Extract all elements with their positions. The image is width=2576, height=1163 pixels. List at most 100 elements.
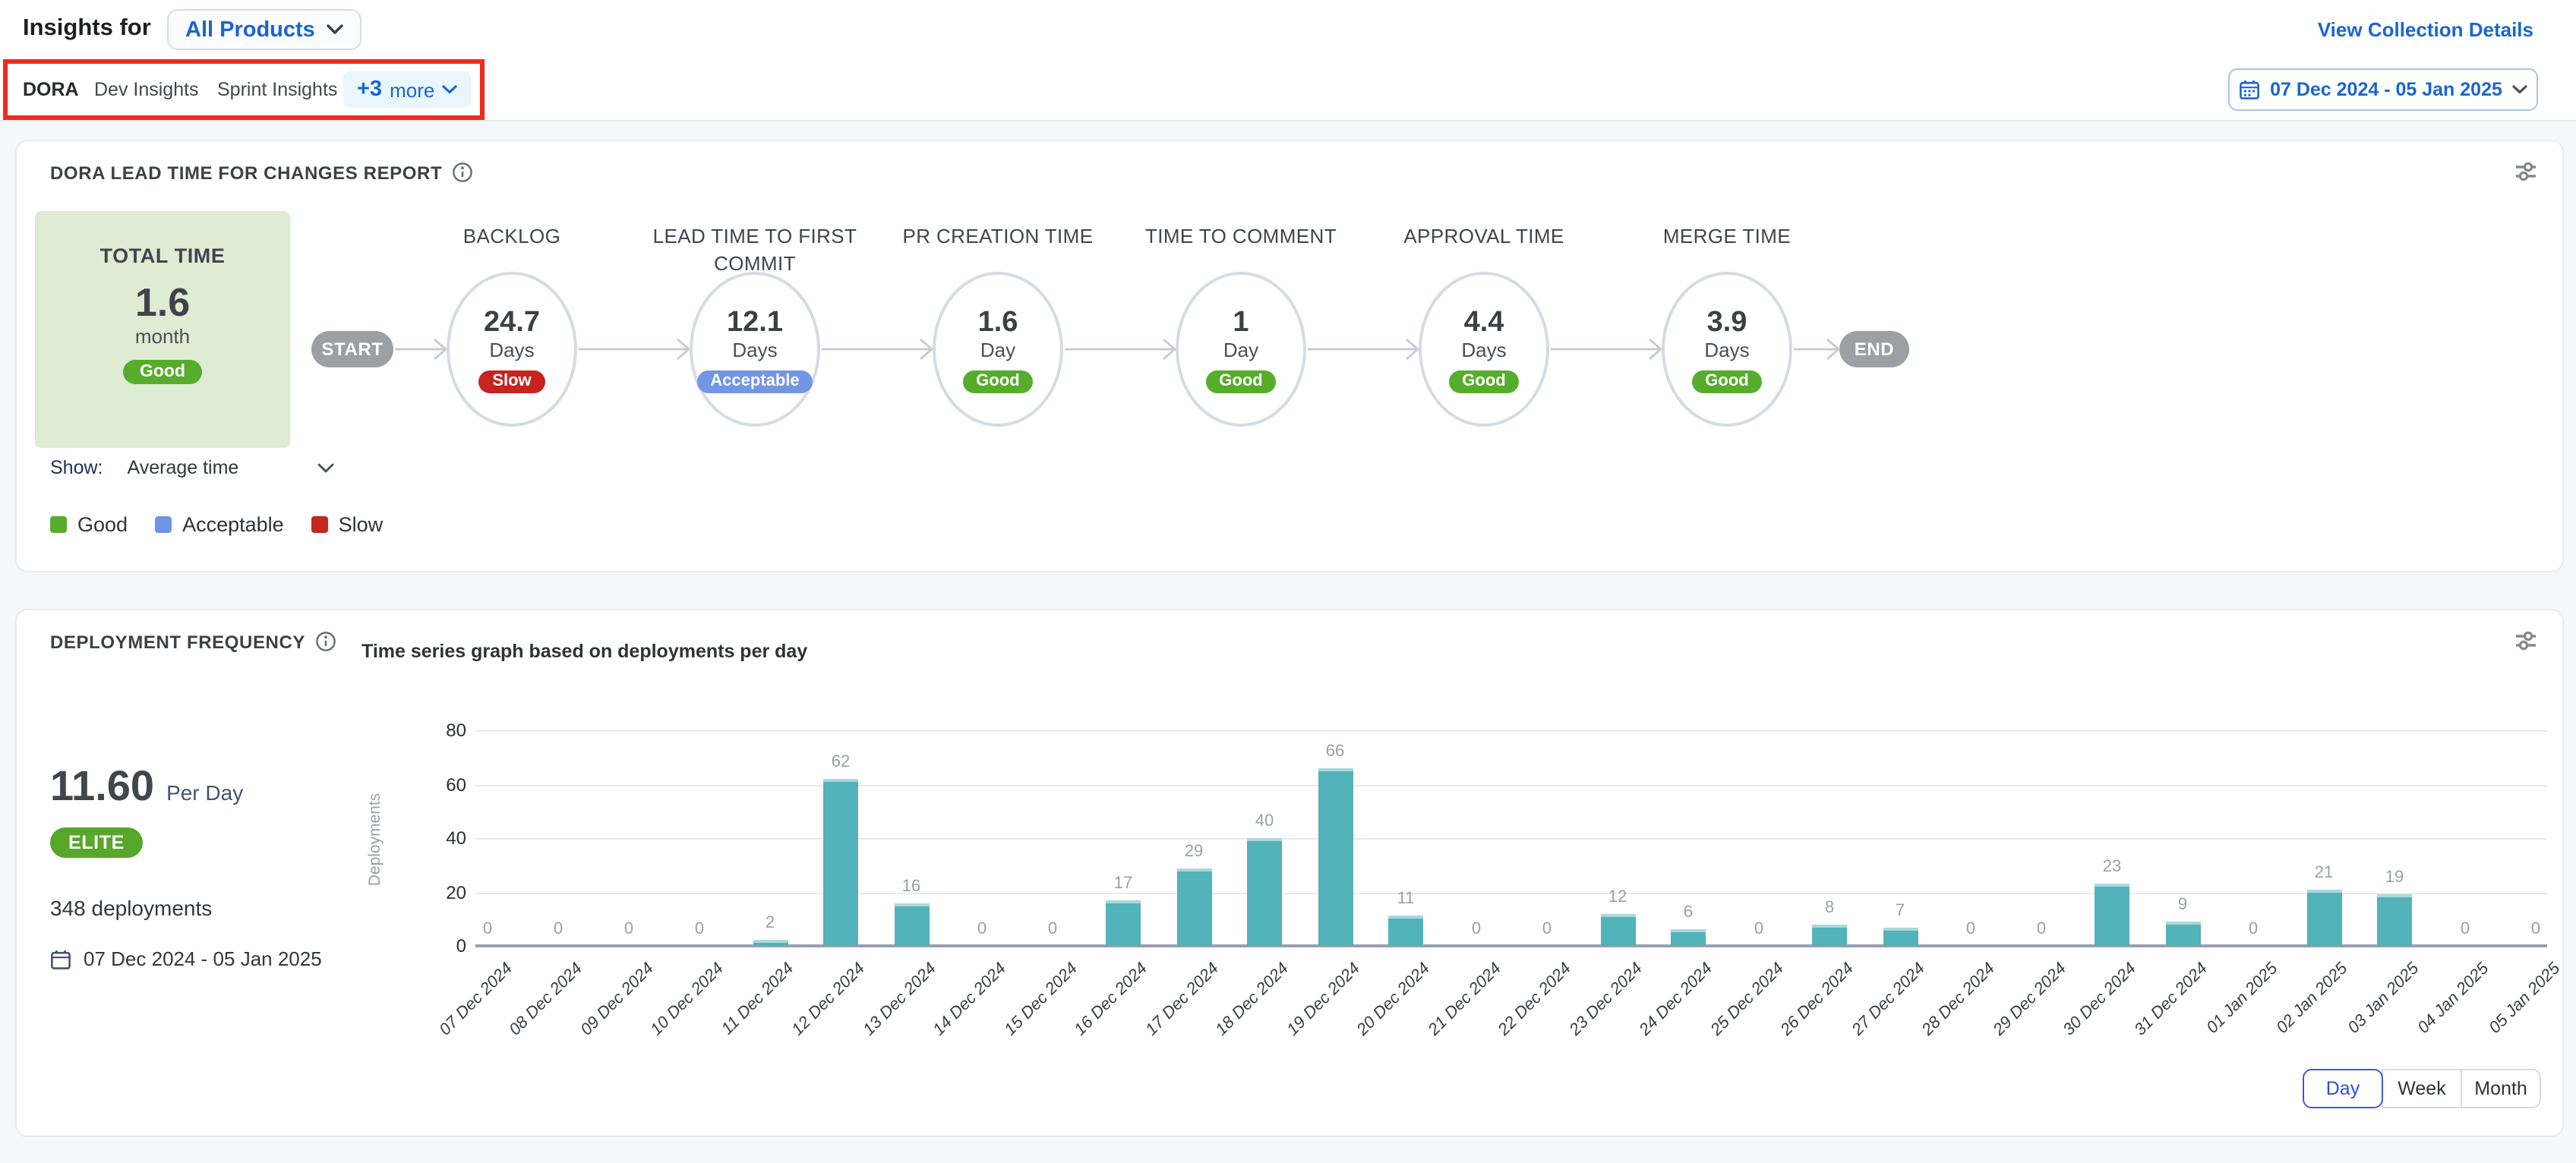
bar-value-label: 0 [1728,920,1789,938]
dashboard: Insights for All Products View Collectio… [0,0,2576,1163]
legend-swatch-slow [311,516,328,533]
granularity-month-button[interactable]: Month [2461,1069,2541,1108]
bar-23 Dec 2024 [1600,913,1635,946]
bar-11 Dec 2024 [753,941,788,946]
bar-value-label: 12 [1587,887,1648,906]
x-axis-label: 03 Jan 2025 [2344,960,2423,1038]
chevron-down-icon [317,462,334,473]
legend-label-good: Good [77,513,128,536]
stage-value: 3.9 [1707,306,1747,338]
stage-status-badge: Good [1205,370,1276,392]
bar-value-label: 0 [2011,920,2072,938]
x-axis-label: 19 Dec 2024 [1283,960,1363,1039]
gridline-80 [475,730,2547,732]
stage-status-badge: Good [1448,370,1519,392]
stage-value: 4.4 [1464,306,1504,338]
tab-dev-insights[interactable]: Dev Insights [94,59,199,120]
show-selector[interactable]: Show: Average time [50,457,334,478]
date-range-picker[interactable]: 07 Dec 2024 - 05 Jan 2025 [2228,68,2538,111]
bar-20 Dec 2024 [1388,916,1423,946]
x-axis-label: 22 Dec 2024 [1495,960,1575,1039]
bar-18 Dec 2024 [1247,838,1282,946]
lead-time-flow: START END BACKLOG24.7DaysSlowLEAD TIME T… [17,141,2562,571]
chevron-down-icon [442,85,457,94]
bar-13 Dec 2024 [894,903,929,946]
tab-sprint-insights[interactable]: Sprint Insights [217,59,337,120]
legend-swatch-acceptable [155,516,172,533]
bar-value-label: 66 [1305,742,1365,761]
bar-value-label: 23 [2082,858,2142,876]
granularity-day-button[interactable]: Day [2303,1069,2383,1108]
gridline-20 [475,892,2547,894]
bar-value-label: 8 [1799,899,1860,917]
tabs-more-dropdown[interactable]: +3 more [343,71,471,108]
y-axis-tick-40: 40 [393,826,466,850]
granularity-week-button[interactable]: Week [2382,1069,2462,1108]
bar-30 Dec 2024 [2095,884,2129,946]
bar-03 Jan 2025 [2377,895,2412,946]
tabs-more-count: +3 [357,77,382,102]
x-axis-label: 27 Dec 2024 [1848,960,1928,1039]
x-axis-label: 16 Dec 2024 [1072,960,1151,1039]
active-tab-underline [17,115,80,120]
stage-label-1: BACKLOG [398,223,626,251]
y-axis-label: Deployments [366,749,387,931]
stage-node-1: 24.7DaysSlow [447,272,577,427]
gridline-40 [475,838,2547,840]
tabs-bar: DORA Dev Insights Sprint Insights +3 mor… [0,59,2576,121]
x-axis-label: 04 Jan 2025 [2415,960,2493,1038]
bar-value-label: 11 [1375,890,1436,909]
dora-lead-time-card: DORA LEAD TIME FOR CHANGES REPORT TOTAL … [15,140,2564,572]
x-axis-label: 26 Dec 2024 [1778,960,1858,1039]
flow-start-pill: START [311,331,393,367]
tab-dora[interactable]: DORA [23,59,79,120]
bar-value-label: 21 [2293,863,2354,881]
x-axis-label: 12 Dec 2024 [789,960,869,1039]
bar-value-label: 29 [1163,842,1224,860]
stage-label-5: APPROVAL TIME [1370,223,1598,251]
stage-node-5: 4.4Days Good [1419,272,1549,427]
x-axis-label: 09 Dec 2024 [577,960,657,1039]
bar-value-label: 0 [1940,920,2001,938]
stage-unit: Days [489,338,534,362]
x-axis-label: 21 Dec 2024 [1425,960,1504,1039]
bar-17 Dec 2024 [1176,868,1211,946]
x-axis-label: 18 Dec 2024 [1213,960,1293,1039]
chevron-down-icon [2513,85,2528,94]
legend-swatch-good [50,516,67,533]
stage-label-3: PR CREATION TIME [884,223,1112,251]
x-axis-label: 25 Dec 2024 [1707,960,1787,1039]
y-axis-tick-0: 0 [393,934,466,958]
x-axis-label: 08 Dec 2024 [507,960,586,1039]
deployments-bar-chart: 020406080Deployments007 Dec 2024008 Dec … [17,610,2562,1136]
bar-value-label: 0 [1022,920,1083,938]
product-selector-value: All Products [185,17,315,42]
stage-value: 12.1 [727,306,783,338]
bar-19 Dec 2024 [1318,768,1353,946]
bar-value-label: 7 [1870,901,1930,919]
view-collection-details-link[interactable]: View Collection Details [2318,18,2533,41]
show-value: Average time [128,457,239,478]
bar-value-label: 0 [669,920,730,938]
x-axis-label: 20 Dec 2024 [1354,960,1434,1039]
bar-24 Dec 2024 [1671,930,1706,946]
x-axis-label: 24 Dec 2024 [1637,960,1716,1039]
stage-node-4: 1DayGood [1176,272,1306,427]
bar-26 Dec 2024 [1812,925,1847,946]
show-label: Show: [50,457,103,478]
y-axis-tick-80: 80 [393,718,466,742]
tabs-more-word: more [390,78,434,101]
stage-unit: Day [980,338,1015,362]
stage-unit: Days [1461,338,1506,362]
bar-value-label: 0 [598,920,659,938]
product-selector-dropdown[interactable]: All Products [167,9,362,50]
stage-status-badge: Acceptable [696,370,813,392]
deployment-frequency-card: DEPLOYMENT FREQUENCY Time series graph b… [15,609,2564,1137]
x-axis-label: 15 Dec 2024 [1001,960,1081,1039]
legend-label-slow: Slow [339,513,384,536]
top-header: Insights for All Products View Collectio… [0,0,2576,61]
stage-node-3: 1.6DayGood [933,272,1063,427]
stage-unit: Day [1223,338,1258,362]
x-axis-label: 14 Dec 2024 [930,960,1010,1039]
bar-value-label: 40 [1234,812,1295,830]
